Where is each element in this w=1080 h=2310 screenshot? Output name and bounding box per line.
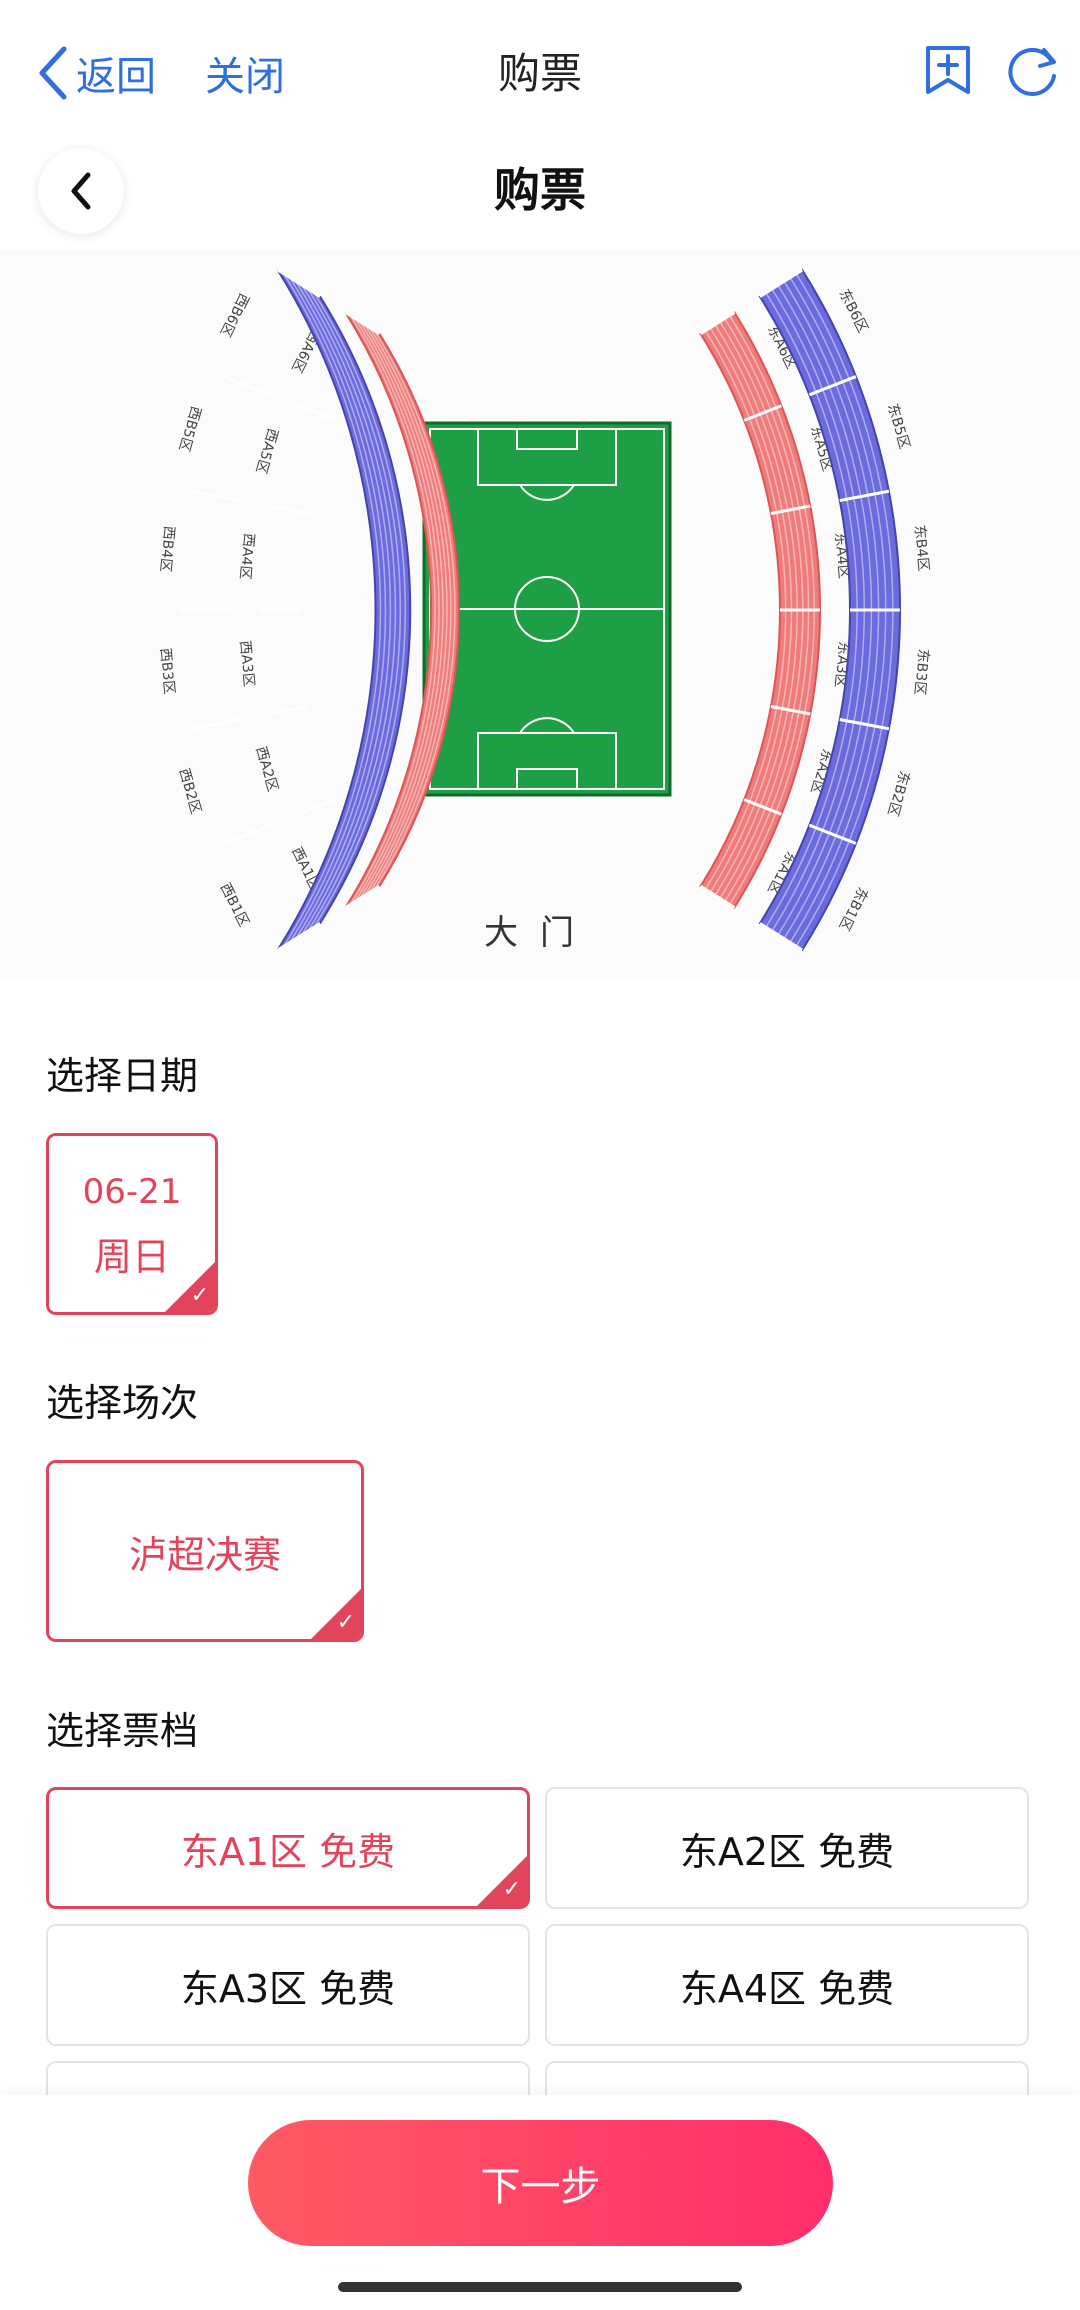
section-label: 西B2区 (175, 767, 203, 816)
tier-section-title: 选择票档 (46, 1709, 199, 1753)
tier-label: 东A4区 免费 (679, 1966, 895, 2011)
section-label: 东B3区 (911, 648, 931, 696)
section-label: 西A5区 (252, 426, 280, 475)
tier-label: 东A2区 免费 (679, 1829, 895, 1874)
section-label: 西A2区 (252, 745, 280, 794)
section-label: 西B6区 (217, 290, 252, 339)
section-divider (269, 504, 310, 515)
football-pitch (422, 421, 672, 797)
top-bar: 返回 关闭 购票 (0, 0, 1080, 140)
section-label: 西A3区 (236, 640, 256, 688)
date-option[interactable]: 06-21 周日 ✓ (46, 1133, 218, 1315)
stadium-map: 西A6区 西A5区 西A4区 西A3区 西A2区 西A1区 西B6区 西B5区 西B4区 西B3区… (0, 250, 1080, 980)
refresh-icon[interactable] (1004, 40, 1064, 100)
bookmark-add-icon[interactable] (918, 40, 978, 100)
section-label: 东B5区 (884, 402, 912, 451)
section-label: 西B4区 (157, 525, 177, 573)
session-section-title: 选择场次 (46, 1381, 199, 1425)
tier-option[interactable]: 东A1区 免费 ✓ (46, 1787, 530, 1909)
section-label: 东B4区 (911, 524, 931, 572)
stadium-svg: 西A6区西A5区西A4区西A3区西A2区西A1区西B6区西B5区西B4区西B3区… (157, 268, 931, 952)
tier-option[interactable]: 东A3区 免费 (46, 1924, 530, 2046)
section-label: 东B6区 (835, 287, 870, 336)
date-value: 06-21 (82, 1172, 182, 1212)
section-label: 西B3区 (157, 647, 177, 695)
match-option[interactable]: 泸超决赛 ✓ (46, 1460, 364, 1642)
match-label: 泸超决赛 (128, 1532, 281, 1577)
tier-option[interactable]: 东A4区 免费 (545, 1924, 1029, 2046)
check-icon: ✓ (336, 1610, 355, 1635)
check-icon: ✓ (502, 1877, 521, 1902)
date-section-title: 选择日期 (46, 1054, 199, 1098)
next-step-button[interactable]: 下一步 (248, 2120, 833, 2246)
section-label: 西A4区 (236, 532, 256, 580)
section-divider (223, 375, 272, 397)
home-indicator (338, 2282, 742, 2292)
section-divider (298, 404, 337, 422)
section-label: 东B2区 (884, 769, 912, 818)
section-divider (190, 489, 241, 502)
tier-label: 东A3区 免费 (180, 1966, 396, 2011)
section-label: 西B5区 (175, 404, 203, 453)
gate-label: 大门 (484, 913, 596, 953)
section-divider (298, 798, 337, 816)
tier-label: 东A1区 免费 (180, 1829, 396, 1874)
page-heading: 购票 (494, 163, 586, 217)
section-divider (190, 718, 241, 731)
section-divider (269, 705, 310, 716)
section-divider (223, 823, 272, 845)
check-icon: ✓ (190, 1283, 209, 1308)
tier-option[interactable]: 东A2区 免费 (545, 1787, 1029, 1909)
